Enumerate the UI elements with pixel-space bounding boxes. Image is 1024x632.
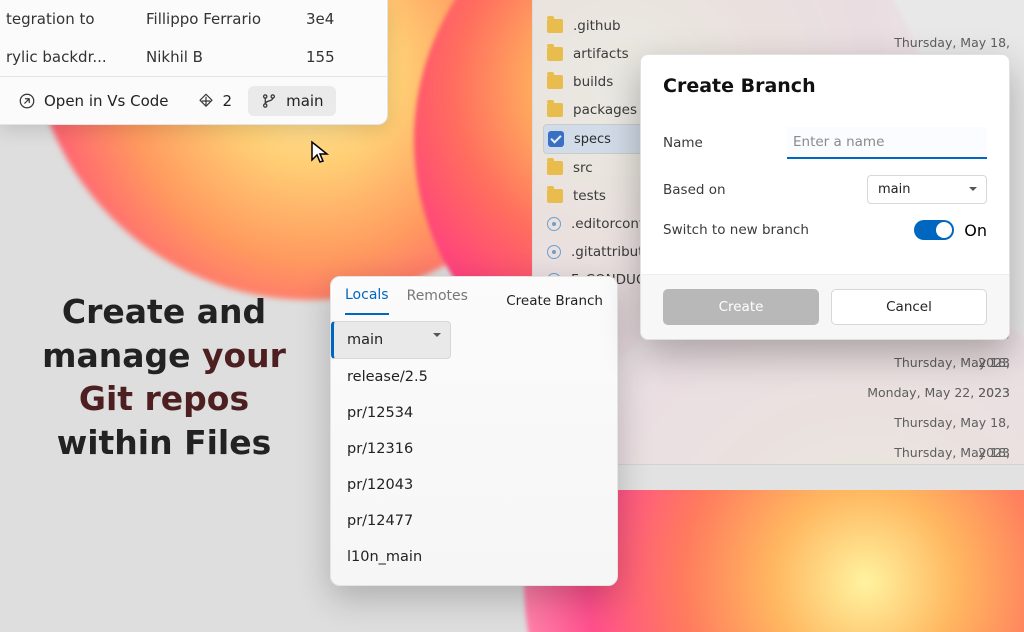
folder-icon xyxy=(547,103,563,117)
external-open-icon xyxy=(18,92,36,110)
switch-state-text: On xyxy=(964,221,987,240)
file-date: Thursday, May 18, 2023 xyxy=(860,348,1010,378)
file-name: .github xyxy=(573,18,621,34)
git-branch-icon xyxy=(260,92,278,110)
create-button[interactable]: Create xyxy=(663,289,819,325)
commit-sha: 155 xyxy=(306,48,381,66)
git-status-bar: Open in Vs Code 2 main xyxy=(0,76,387,124)
file-name: tests xyxy=(573,188,606,204)
branch-item[interactable]: main xyxy=(331,321,451,359)
marketing-headline: Create and manage your Git repos within … xyxy=(34,290,294,464)
branch-switcher-popover: Locals Remotes Create Branch mainrelease… xyxy=(330,276,618,586)
basedon-select[interactable]: main xyxy=(867,175,987,204)
branch-item[interactable]: l10n_main xyxy=(331,539,617,575)
branch-button[interactable]: main xyxy=(248,86,335,116)
tab-locals[interactable]: Locals xyxy=(345,287,389,315)
file-name: builds xyxy=(573,74,613,90)
changes-button[interactable]: 2 xyxy=(185,86,245,116)
folder-icon xyxy=(547,189,563,203)
dialog-title: Create Branch xyxy=(641,55,1009,101)
open-in-vscode-label: Open in Vs Code xyxy=(44,92,169,110)
file-date: Monday, May 22, 2023 xyxy=(860,378,1010,408)
commit-message: rylic backdr... xyxy=(6,48,146,66)
file-icon xyxy=(547,217,561,231)
commit-sha: 3e4 xyxy=(306,10,381,28)
commit-author: Nikhil B xyxy=(146,48,306,66)
file-name: src xyxy=(573,160,593,176)
create-branch-link[interactable]: Create Branch xyxy=(506,293,603,309)
branch-label: main xyxy=(286,92,323,110)
name-label: Name xyxy=(663,135,787,151)
changes-count: 2 xyxy=(223,92,233,110)
branch-name-input[interactable] xyxy=(787,127,987,159)
basedon-label: Based on xyxy=(663,182,787,198)
file-icon xyxy=(547,245,561,259)
tab-remotes[interactable]: Remotes xyxy=(407,288,468,314)
branch-item[interactable]: pr/12043 xyxy=(331,467,617,503)
folder-icon xyxy=(547,47,563,61)
switch-label: Switch to new branch xyxy=(663,222,914,238)
open-in-vscode-button[interactable]: Open in Vs Code xyxy=(6,86,181,116)
create-branch-dialog: Create Branch Name Based on main Switch … xyxy=(640,54,1010,340)
switch-toggle[interactable] xyxy=(914,220,954,240)
file-name: artifacts xyxy=(573,46,629,62)
cancel-button[interactable]: Cancel xyxy=(831,289,987,325)
folder-icon xyxy=(547,75,563,89)
file-name: packages xyxy=(573,102,637,118)
commit-row[interactable]: rylic backdr... Nikhil B 155 xyxy=(0,38,387,76)
commit-row[interactable]: tegration to Fillippo Ferrario 3e4 xyxy=(0,0,387,38)
commit-author: Fillippo Ferrario xyxy=(146,10,306,28)
branch-item[interactable]: release/2.5 xyxy=(331,359,617,395)
checkbox-icon xyxy=(548,131,564,147)
branch-item[interactable]: pr/12534 xyxy=(331,395,617,431)
commit-message: tegration to xyxy=(6,10,146,28)
diff-icon xyxy=(197,92,215,110)
file-row[interactable]: .github xyxy=(543,12,743,40)
folder-icon xyxy=(547,19,563,33)
cursor-icon xyxy=(308,140,332,164)
branch-list: mainrelease/2.5pr/12534pr/12316pr/12043p… xyxy=(331,315,617,585)
branch-item[interactable]: pr/12477 xyxy=(331,503,617,539)
basedon-value: main xyxy=(878,182,910,197)
commit-list: tegration to Fillippo Ferrario 3e4 rylic… xyxy=(0,0,387,76)
branch-item[interactable]: pr/12316 xyxy=(331,431,617,467)
folder-icon xyxy=(547,161,563,175)
file-name: specs xyxy=(574,132,611,147)
file-date: Thursday, May 18, 2023 xyxy=(860,408,1010,438)
git-status-panel: tegration to Fillippo Ferrario 3e4 rylic… xyxy=(0,0,388,125)
